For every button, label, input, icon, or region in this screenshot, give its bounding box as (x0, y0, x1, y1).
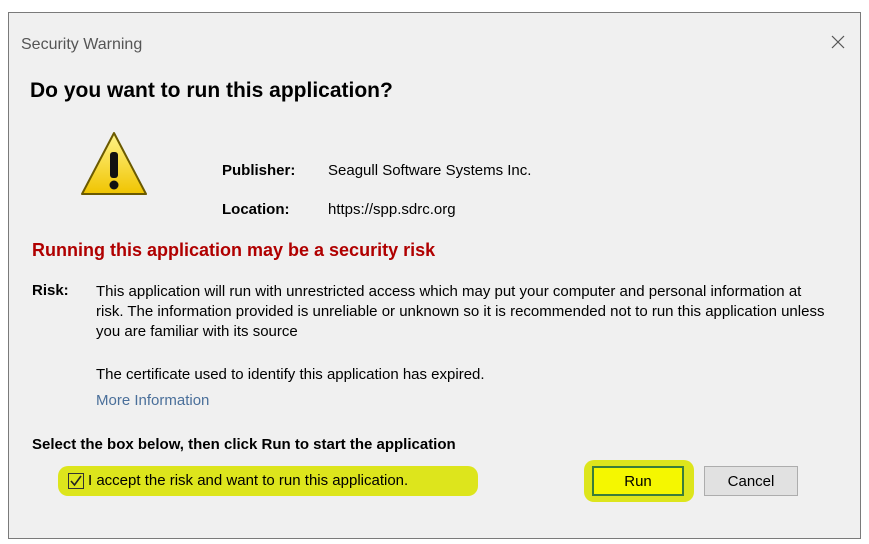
close-button[interactable] (822, 28, 854, 56)
risk-description: This application will run with unrestric… (96, 283, 825, 340)
location-label: Location: (222, 201, 290, 218)
run-button[interactable]: Run (592, 466, 684, 496)
location-row: Location: https://spp.sdrc.org (222, 201, 456, 218)
more-information-link[interactable]: More Information (96, 392, 209, 409)
checkmark-icon (70, 475, 82, 486)
publisher-value: Seagull Software Systems Inc. (328, 162, 532, 179)
publisher-label: Publisher: (222, 162, 296, 179)
warning-icon (81, 132, 147, 195)
risk-heading: Running this application may be a securi… (32, 240, 436, 260)
instruction-text: Select the box below, then click Run to … (32, 436, 456, 453)
location-value: https://spp.sdrc.org (328, 201, 456, 218)
risk-label: Risk: (32, 282, 69, 299)
accept-checkbox-row[interactable]: I accept the risk and want to run this a… (68, 472, 408, 489)
title-bar: Security Warning (9, 13, 860, 67)
window-title: Security Warning (21, 36, 143, 53)
accept-checkbox[interactable] (68, 472, 84, 489)
accept-label: I accept the risk and want to run this a… (88, 472, 409, 489)
cancel-button[interactable]: Cancel (704, 466, 798, 496)
publisher-row: Publisher: Seagull Software Systems Inc. (222, 162, 531, 179)
dialog-heading: Do you want to run this application? (30, 79, 393, 102)
close-icon (831, 35, 845, 49)
certificate-notice: The certificate used to identify this ap… (96, 366, 485, 383)
